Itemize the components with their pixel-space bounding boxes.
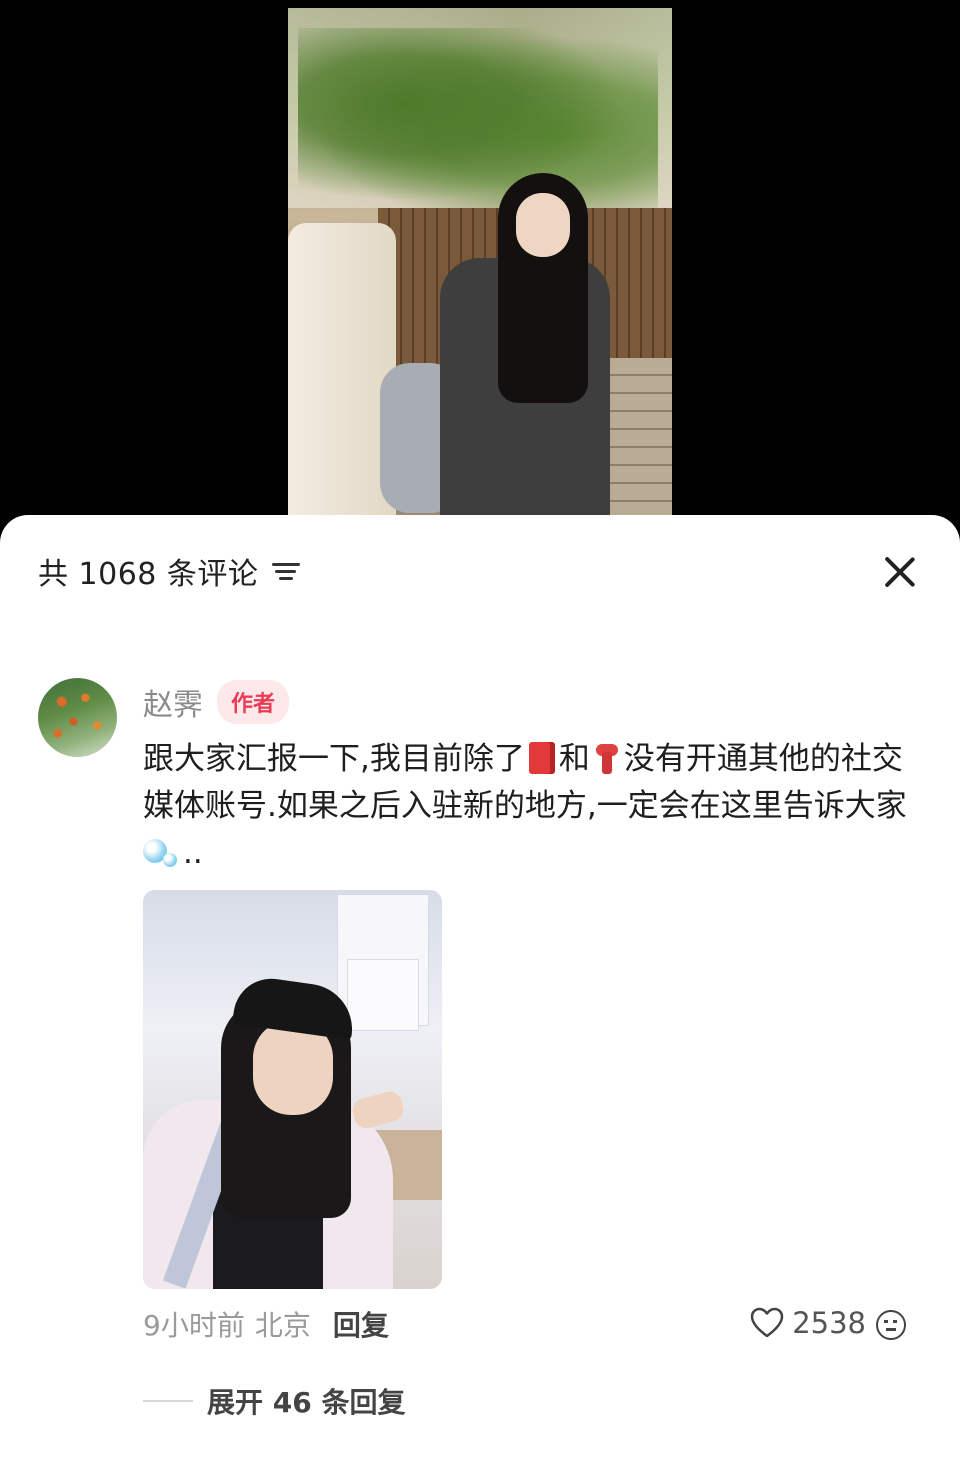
author-row: 赵霁 作者 bbox=[143, 680, 290, 724]
expand-replies[interactable]: 展开 46 条回复 bbox=[143, 1381, 405, 1421]
comment-meta-row: 9小时前 北京 回复 2538 bbox=[143, 1304, 928, 1344]
photo-hand bbox=[349, 1089, 407, 1131]
video-player[interactable] bbox=[0, 0, 960, 540]
comments-header: 共 1068 条评论 bbox=[38, 551, 920, 592]
comment-text[interactable]: 跟大家汇报一下,我目前除了和没有开通其他的社交媒体账号.如果之后入驻新的地方,一… bbox=[143, 736, 928, 877]
heart-icon bbox=[750, 1307, 784, 1338]
avatar[interactable] bbox=[38, 678, 117, 757]
sort-filter-icon[interactable] bbox=[272, 559, 301, 583]
comments-sheet: 共 1068 条评论 赵霁 作者 跟大家汇报一下,我目前除了和没有开通其他的社交… bbox=[0, 515, 960, 1469]
expand-replies-label[interactable]: 展开 46 条回复 bbox=[207, 1381, 405, 1421]
reply-button[interactable]: 回复 bbox=[333, 1304, 389, 1344]
emoji-reaction-icon[interactable] bbox=[876, 1310, 906, 1340]
author-badge: 作者 bbox=[217, 680, 290, 724]
scarf-icon bbox=[594, 742, 620, 774]
comment-location: 北京 bbox=[254, 1309, 311, 1342]
comment-time: 9小时前 bbox=[143, 1309, 245, 1342]
comment-photo[interactable] bbox=[143, 890, 442, 1289]
comment-text-part1: 跟大家汇报一下,我目前除了 bbox=[143, 741, 525, 777]
comment-count-label: 共 1068 条评论 bbox=[38, 557, 259, 592]
comment-text-part4: .. bbox=[183, 835, 203, 871]
photo-lamp-lower bbox=[348, 960, 418, 1030]
like-count: 2538 bbox=[792, 1306, 866, 1340]
author-name[interactable]: 赵霁 bbox=[143, 680, 203, 724]
bubbles-icon bbox=[143, 835, 183, 867]
video-person bbox=[380, 173, 610, 528]
video-frame[interactable] bbox=[288, 8, 672, 528]
video-face bbox=[516, 193, 570, 257]
like-button[interactable]: 2538 bbox=[750, 1306, 866, 1340]
close-icon[interactable] bbox=[880, 551, 920, 591]
red-book-icon bbox=[528, 742, 555, 774]
expand-divider bbox=[143, 1400, 193, 1402]
comment-text-part2: 和 bbox=[558, 741, 590, 777]
